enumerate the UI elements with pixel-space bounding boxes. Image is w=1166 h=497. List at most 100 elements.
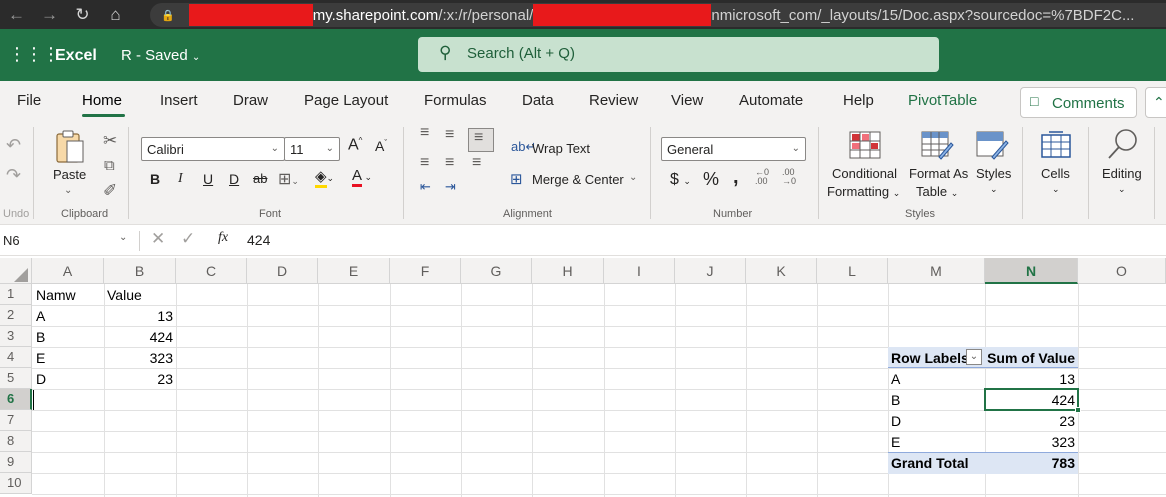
strikethrough-icon[interactable]: ab bbox=[253, 171, 267, 186]
column-header-d[interactable]: D bbox=[247, 258, 318, 284]
pivot-row-label[interactable]: E bbox=[891, 432, 900, 453]
filter-dropdown-icon[interactable]: ⌄ bbox=[966, 349, 982, 365]
undo-icon[interactable]: ↶ bbox=[6, 135, 21, 156]
pivot-row-value[interactable]: 13 bbox=[985, 369, 1078, 390]
row-header[interactable]: 7 bbox=[0, 410, 32, 431]
cancel-icon[interactable]: ✕ bbox=[151, 229, 165, 249]
formula-input[interactable]: 424 bbox=[247, 232, 270, 248]
font-size-dropdown[interactable]: 11 ⌄ bbox=[284, 137, 340, 161]
bold-icon[interactable]: B bbox=[150, 171, 160, 187]
pivot-row-value[interactable]: 23 bbox=[985, 411, 1078, 432]
pivot-grand-total-value[interactable]: 783 bbox=[985, 453, 1078, 474]
back-icon[interactable]: ← bbox=[0, 5, 33, 25]
fill-color-icon[interactable]: ◈⌄ bbox=[315, 167, 334, 188]
double-underline-icon[interactable]: D bbox=[229, 171, 239, 187]
row-header[interactable]: 1 bbox=[0, 284, 32, 305]
tab-review[interactable]: Review bbox=[589, 92, 638, 109]
row-header[interactable]: 4 bbox=[0, 347, 32, 368]
tab-file[interactable]: File bbox=[17, 92, 41, 109]
row-header[interactable]: 2 bbox=[0, 305, 32, 326]
decrease-decimal-icon[interactable]: .00 →0 bbox=[782, 168, 796, 186]
cell-a1[interactable]: Namw bbox=[36, 285, 76, 306]
pivot-row-label[interactable]: D bbox=[891, 411, 901, 432]
cell-b2[interactable]: 13 bbox=[104, 306, 176, 327]
tab-insert[interactable]: Insert bbox=[160, 92, 198, 109]
column-header-e[interactable]: E bbox=[318, 258, 390, 284]
underline-icon[interactable]: U bbox=[203, 171, 213, 187]
increase-indent-icon[interactable]: ⇥ bbox=[445, 179, 456, 195]
top-align-icon[interactable]: ≡ bbox=[420, 124, 429, 142]
column-header-o[interactable]: O bbox=[1078, 258, 1166, 284]
column-header-f[interactable]: F bbox=[390, 258, 461, 284]
pivot-row-label[interactable]: B bbox=[891, 390, 900, 411]
cell-a4[interactable]: E bbox=[36, 348, 45, 369]
search-box[interactable]: ⚲ Search (Alt + Q) bbox=[418, 37, 939, 72]
row-header[interactable]: 8 bbox=[0, 431, 32, 452]
select-all-corner[interactable] bbox=[0, 258, 32, 284]
increase-font-icon[interactable]: A^ bbox=[348, 136, 362, 154]
font-name-dropdown[interactable]: Calibri ⌄ bbox=[141, 137, 285, 161]
row-header[interactable]: 9 bbox=[0, 452, 32, 473]
comments-button[interactable]: □ Comments bbox=[1020, 87, 1137, 118]
bottom-align-icon[interactable]: ≡ bbox=[468, 128, 494, 152]
decrease-indent-icon[interactable]: ⇤ bbox=[420, 179, 431, 195]
cell-a2[interactable]: A bbox=[36, 306, 45, 327]
cell-b5[interactable]: 23 bbox=[104, 369, 176, 390]
pivot-row-labels[interactable]: Row Labels bbox=[891, 348, 969, 369]
tab-formulas[interactable]: Formulas bbox=[424, 92, 487, 109]
share-menu-button[interactable]: ⌃ bbox=[1145, 87, 1166, 118]
pivot-sum-of-value[interactable]: Sum of Value bbox=[985, 348, 1078, 369]
copy-icon[interactable]: ⧉ bbox=[104, 157, 115, 174]
document-name[interactable]: R - Saved ⌄ bbox=[121, 47, 200, 64]
borders-icon[interactable]: ⊞⌄ bbox=[278, 169, 299, 189]
decrease-font-icon[interactable]: Aˇ bbox=[375, 138, 387, 154]
tab-pivottable[interactable]: PivotTable bbox=[908, 92, 977, 109]
tab-page-layout[interactable]: Page Layout bbox=[304, 92, 388, 109]
tab-data[interactable]: Data bbox=[522, 92, 554, 109]
align-left-icon[interactable]: ≡ bbox=[420, 154, 429, 172]
address-bar[interactable]: 🔒 my.sharepoint.com /:x:/r/personal/ nmi… bbox=[150, 3, 1166, 27]
font-color-icon[interactable]: A ⌄ bbox=[352, 167, 372, 187]
align-right-icon[interactable]: ≡ bbox=[472, 154, 481, 172]
comma-style-icon[interactable]: , bbox=[733, 166, 739, 189]
fill-handle[interactable] bbox=[1075, 407, 1081, 413]
enter-icon[interactable]: ✓ bbox=[181, 229, 195, 249]
column-header-m[interactable]: M bbox=[888, 258, 985, 284]
column-header-a[interactable]: A bbox=[32, 258, 104, 284]
number-format-dropdown[interactable]: General ⌄ bbox=[661, 137, 806, 161]
cell-a3[interactable]: B bbox=[36, 327, 45, 348]
pivot-grand-total-label[interactable]: Grand Total bbox=[891, 453, 969, 474]
cut-icon[interactable]: ✂ bbox=[103, 131, 117, 151]
increase-decimal-icon[interactable]: ←0.00 bbox=[755, 168, 769, 186]
worksheet-grid[interactable]: A B C D E F G H I J K L M N O 1 2 3 4 5 … bbox=[0, 258, 1166, 497]
row-header[interactable]: 3 bbox=[0, 326, 32, 347]
column-header-b[interactable]: B bbox=[104, 258, 176, 284]
column-header-j[interactable]: J bbox=[675, 258, 746, 284]
cell-b3[interactable]: 424 bbox=[104, 327, 176, 348]
forward-icon[interactable]: → bbox=[33, 5, 66, 25]
row-header[interactable]: 5 bbox=[0, 368, 32, 389]
row-header-selected[interactable]: 6 bbox=[0, 389, 32, 410]
function-icon[interactable]: fx bbox=[218, 230, 228, 246]
app-launcher-icon[interactable]: ⋮⋮⋮ bbox=[8, 44, 60, 65]
home-icon[interactable]: ⌂ bbox=[99, 5, 132, 25]
percent-icon[interactable]: % bbox=[703, 169, 719, 190]
italic-icon[interactable]: I bbox=[178, 171, 183, 187]
column-header-i[interactable]: I bbox=[604, 258, 675, 284]
redo-icon[interactable]: ↷ bbox=[6, 165, 21, 186]
column-header-n[interactable]: N bbox=[985, 258, 1078, 284]
tab-draw[interactable]: Draw bbox=[233, 92, 268, 109]
tab-help[interactable]: Help bbox=[843, 92, 874, 109]
pivot-row-value[interactable]: 323 bbox=[985, 432, 1078, 453]
cell-b4[interactable]: 323 bbox=[104, 348, 176, 369]
tab-automate[interactable]: Automate bbox=[739, 92, 803, 109]
name-box[interactable]: N6 bbox=[3, 233, 20, 248]
row-header[interactable]: 10 bbox=[0, 473, 32, 494]
column-header-h[interactable]: H bbox=[532, 258, 604, 284]
tab-view[interactable]: View bbox=[671, 92, 703, 109]
cell-a5[interactable]: D bbox=[36, 369, 46, 390]
column-header-c[interactable]: C bbox=[176, 258, 247, 284]
format-painter-icon[interactable]: ✐ bbox=[103, 181, 117, 201]
reload-icon[interactable]: ↻ bbox=[66, 5, 99, 25]
chevron-down-icon[interactable]: ⌄ bbox=[119, 232, 127, 243]
